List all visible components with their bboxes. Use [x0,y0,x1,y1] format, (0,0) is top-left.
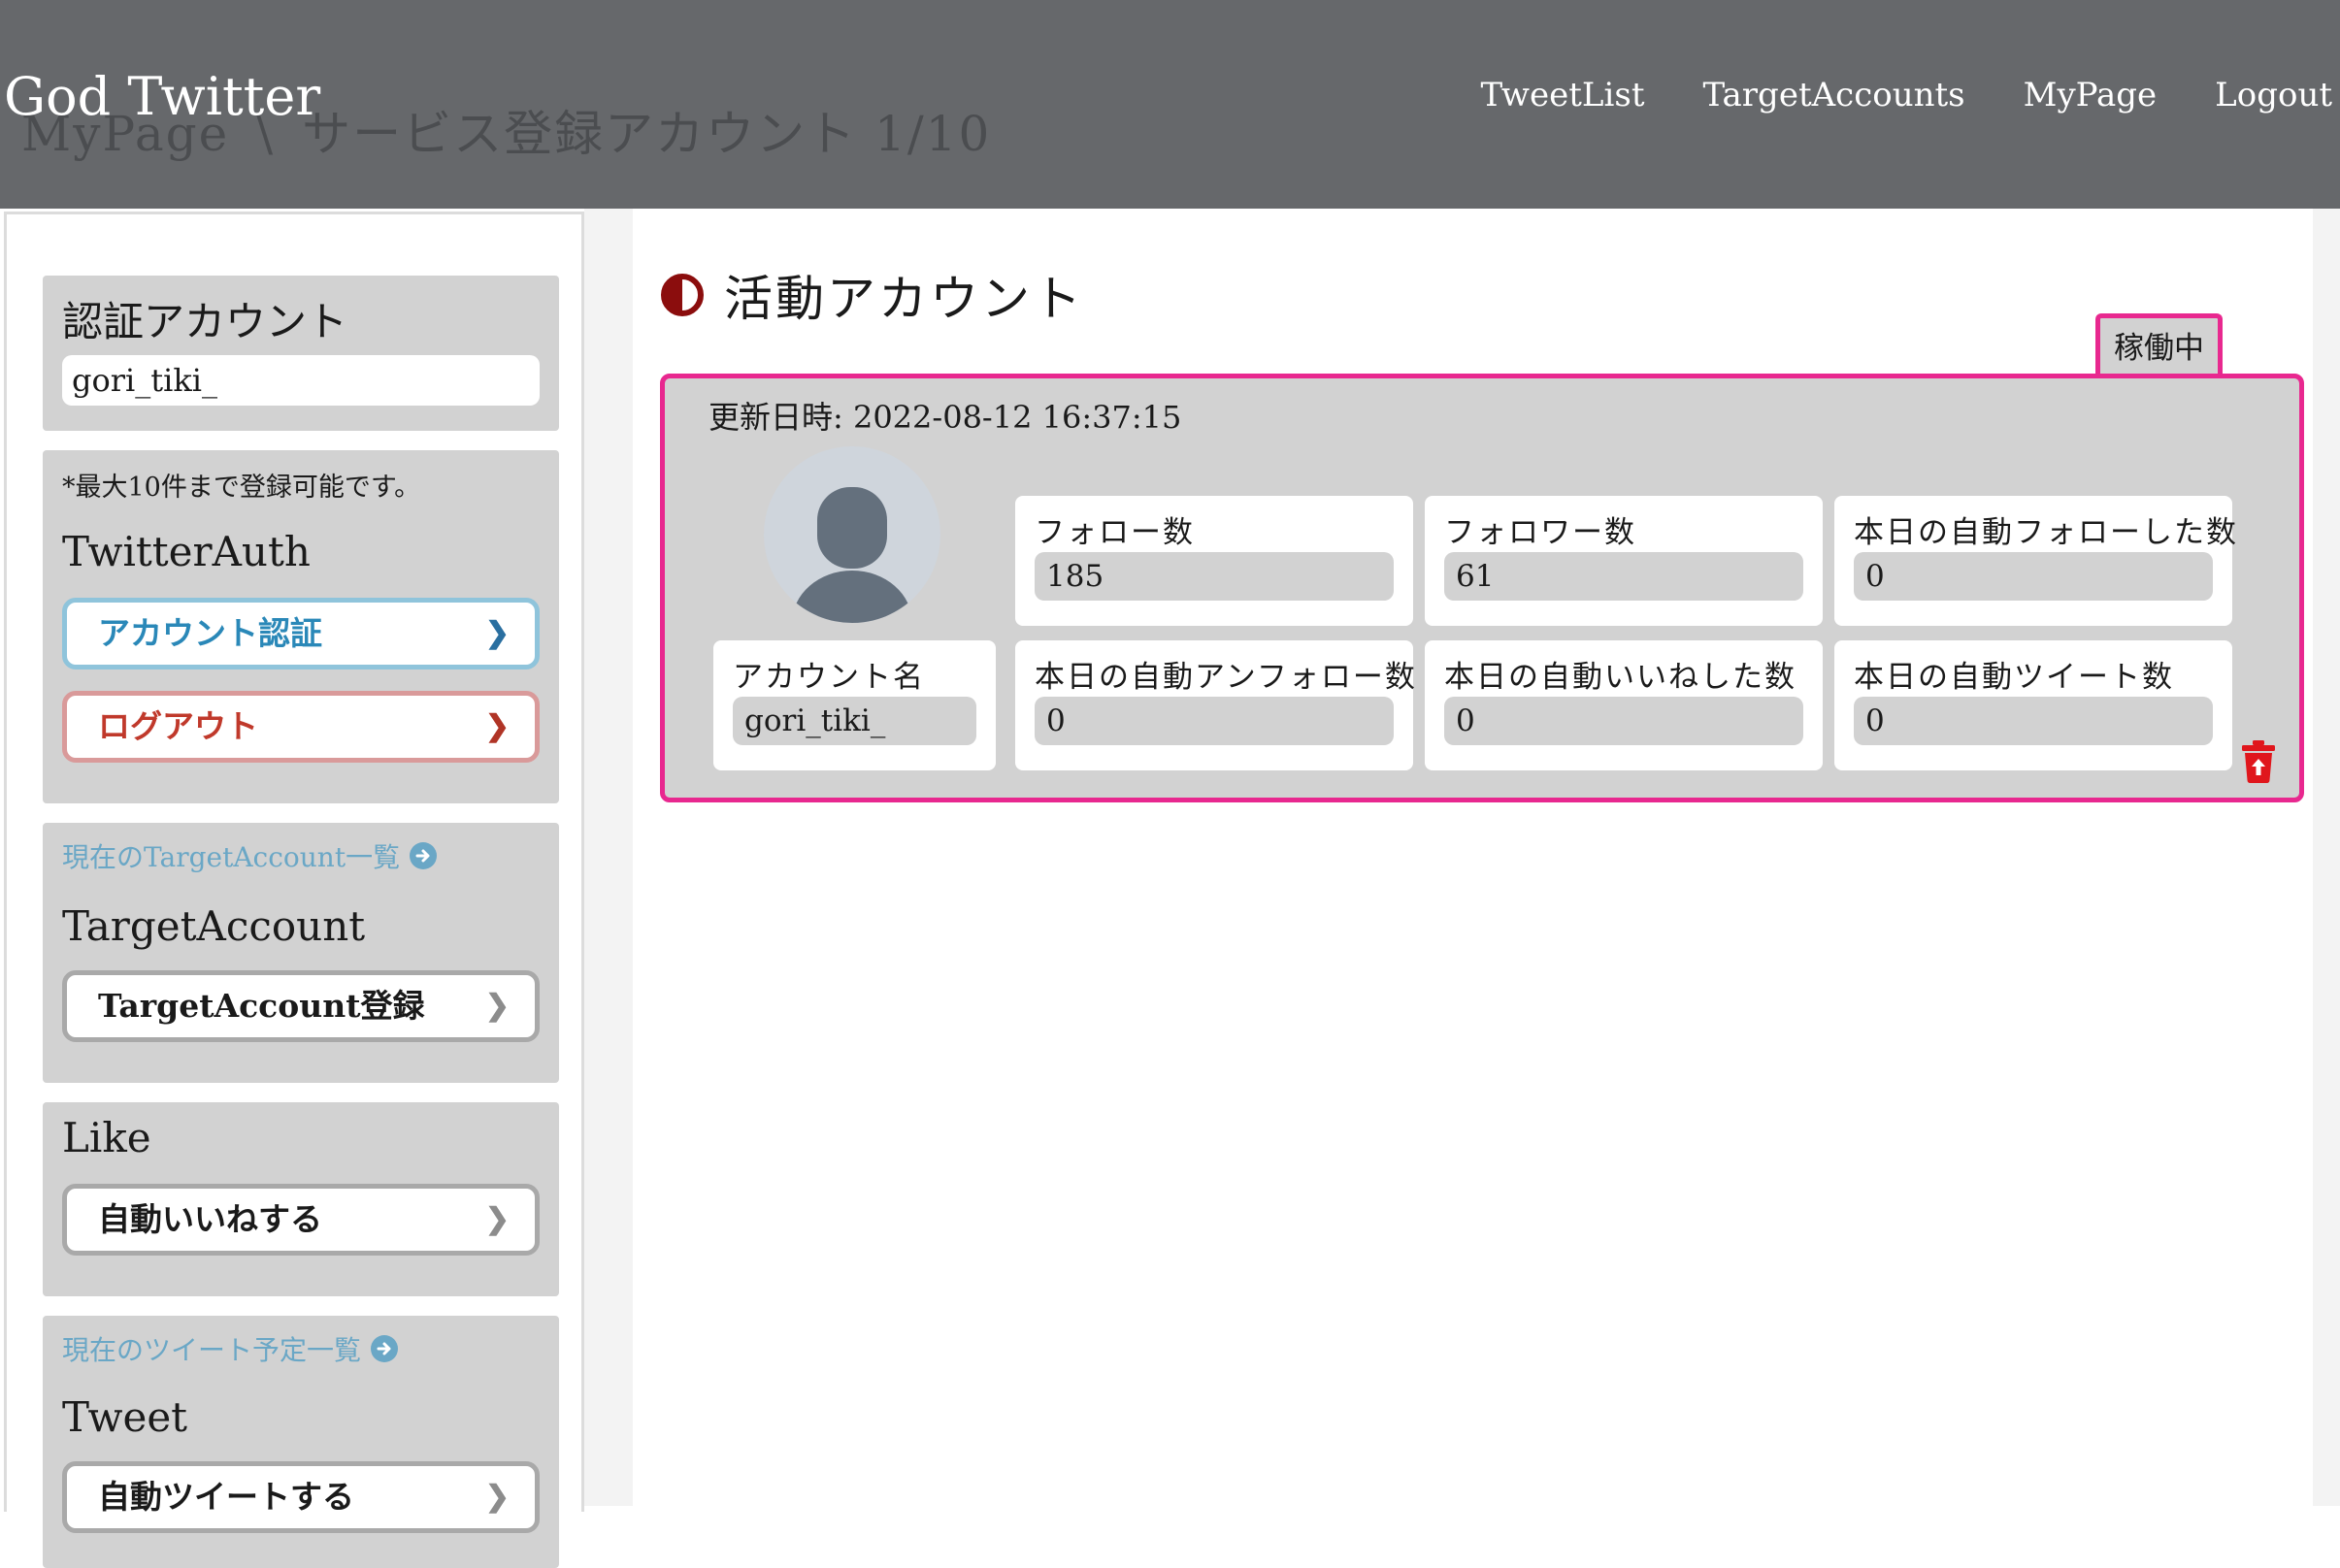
stat-value: 0 [1854,697,2213,745]
stat-label: 本日の自動フォローした数 [1854,515,2238,550]
right-gutter [2313,209,2340,1506]
stat-auto-follow-today: 本日の自動フォローした数 0 [1834,496,2236,626]
auto-tweet-label: 自動ツイートする [98,1478,354,1516]
account-auth-button[interactable]: アカウント認証 ❯ [62,598,540,670]
half-circle-icon [661,274,704,316]
twitter-auth-title: TwitterAuth [62,528,311,575]
nav-logout[interactable]: Logout [2215,76,2332,114]
breadcrumb-current: サービス登録アカウント 1/10 [302,106,992,162]
account-name-value: gori_tiki_ [733,697,976,745]
updated-at: 更新日時: 2022-08-12 16:37:15 [709,399,1182,436]
twitter-logout-button[interactable]: ログアウト ❯ [62,691,540,763]
target-account-list-label: 現在のTargetAccount一覧 [62,841,401,873]
trash-icon[interactable] [2241,740,2276,783]
brand-logo[interactable]: God Twitter [4,66,320,127]
stat-follow-count: フォロー数 185 [1015,496,1413,626]
section-title-text: 活動アカウント [724,271,1084,327]
status-badge: 稼働中 [2095,313,2223,377]
auth-account-title: 認証アカウント [62,298,348,345]
stat-value: 0 [1035,697,1394,745]
tweet-schedule-list-link[interactable]: 現在のツイート予定一覧 [62,1329,399,1368]
auto-like-button[interactable]: 自動いいねする ❯ [62,1184,540,1256]
arrow-circle-right-icon [410,842,438,869]
twitter-logout-label: ログアウト [98,707,258,745]
twitter-auth-card: *最大10件まで登録可能です。 TwitterAuth アカウント認証 ❯ ログ… [43,450,559,803]
stat-auto-like-today: 本日の自動いいねした数 0 [1425,640,1823,770]
section-title: 活動アカウント [660,260,1084,330]
chevron-right-icon: ❯ [484,1480,510,1514]
target-account-title: TargetAccount [62,902,366,950]
content-gutter [584,209,633,1506]
stat-label: 本日の自動アンフォロー数 [1035,660,1417,695]
nav-targetaccounts[interactable]: TargetAccounts [1703,76,1965,114]
account-name-box: アカウント名 gori_tiki_ [713,640,996,770]
stat-label: 本日の自動いいねした数 [1444,660,1796,695]
stat-auto-unfollow-today: 本日の自動アンフォロー数 0 [1015,640,1415,770]
nav-tweetlist[interactable]: TweetList [1480,76,1644,114]
stat-follower-count: フォロワー数 61 [1425,496,1823,626]
chevron-right-icon: ❯ [484,709,510,743]
tweet-schedule-list-label: 現在のツイート予定一覧 [62,1334,362,1366]
nav-mypage[interactable]: MyPage [2024,76,2158,114]
stat-label: フォロワー数 [1444,515,1636,550]
avatar [764,446,940,623]
auth-account-card: 認証アカウント gori_tiki_ [43,276,559,431]
sidebar: 認証アカウント gori_tiki_ *最大10件まで登録可能です。 Twitt… [4,212,584,1568]
tweet-title: Tweet [62,1393,188,1441]
target-account-list-link[interactable]: 現在のTargetAccount一覧 [62,836,438,875]
stat-value: 0 [1854,552,2213,601]
account-name-label: アカウント名 [733,660,925,695]
like-card: Like 自動いいねする ❯ [43,1102,559,1296]
stat-auto-tweet-today: 本日の自動ツイート数 0 [1834,640,2232,770]
stat-value: 61 [1444,552,1803,601]
stat-label: 本日の自動ツイート数 [1854,660,2174,695]
arrow-circle-right-icon [371,1335,399,1362]
chevron-right-icon: ❯ [484,1202,510,1236]
account-auth-label: アカウント認証 [98,614,322,652]
chevron-right-icon: ❯ [484,616,510,650]
tweet-card: 現在のツイート予定一覧 Tweet 自動ツイートする ❯ [43,1316,559,1568]
auto-like-label: 自動いいねする [98,1200,322,1238]
stat-value: 0 [1444,697,1803,745]
top-navbar: MyPage \ サービス登録アカウント 1/10 God Twitter Twee… [0,0,2340,209]
main-nav: TweetList TargetAccounts MyPage Logout [1480,76,2332,114]
like-title: Like [62,1114,151,1161]
target-account-register-button[interactable]: TargetAccount登録 ❯ [62,970,540,1042]
avatar-placeholder-icon [792,487,912,623]
active-account-panel: 更新日時: 2022-08-12 16:37:15 アカウント名 gori_ti… [660,374,2304,802]
chevron-right-icon: ❯ [484,989,510,1023]
registration-limit-note: *最大10件まで登録可能です。 [62,473,421,503]
auth-account-value: gori_tiki_ [62,355,540,406]
auto-tweet-button[interactable]: 自動ツイートする ❯ [62,1461,540,1533]
stat-value: 185 [1035,552,1394,601]
target-account-card: 現在のTargetAccount一覧 TargetAccount TargetA… [43,823,559,1083]
target-account-register-label: TargetAccount登録 [98,987,425,1025]
stat-label: フォロー数 [1035,515,1195,550]
